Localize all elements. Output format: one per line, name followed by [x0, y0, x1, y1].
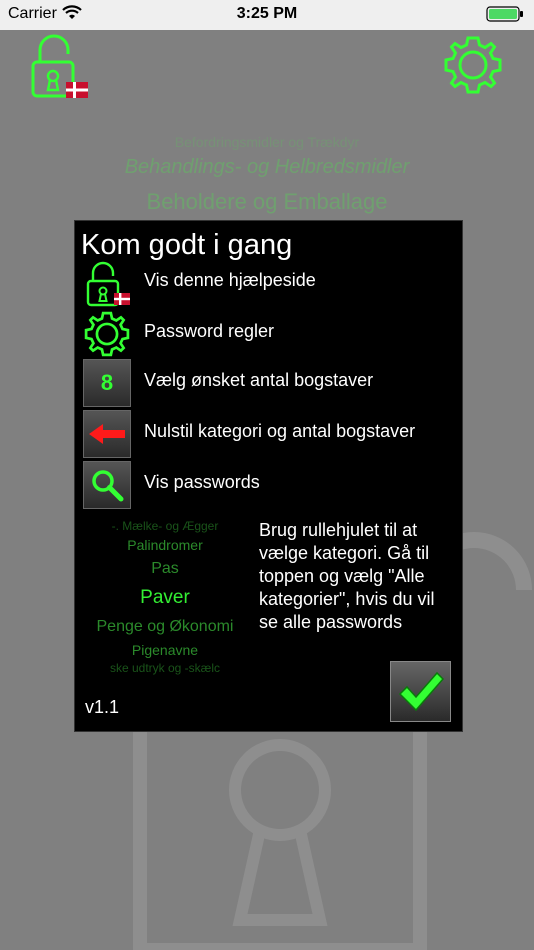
picker-item: Palindromer: [127, 537, 203, 553]
help-row-label: Vælg ønsket antal bogstaver: [144, 370, 374, 390]
gear-icon: [444, 36, 502, 94]
red-arrow-icon: [83, 410, 131, 458]
picker-item: Pas: [151, 560, 179, 577]
lock-help-button[interactable]: [28, 32, 90, 107]
search-icon: [83, 461, 131, 509]
picker-item-selected: Paver: [140, 587, 190, 608]
checkmark-icon: [398, 671, 444, 711]
dialog-title: Kom godt i gang: [81, 229, 293, 261]
picker-item: -. Mælke- og Ægger: [111, 519, 219, 533]
battery-icon: [486, 6, 524, 22]
picker-item: Beholdere og Emballage: [146, 189, 388, 214]
picker-item: Pigenavne: [131, 642, 199, 658]
lock-flag-icon: [31, 34, 88, 98]
help-row-show-passwords: Vis passwords: [83, 461, 453, 509]
confirm-button[interactable]: [390, 661, 451, 722]
picker-item: ske udtryk og -skælc: [109, 661, 221, 675]
help-row-show-help: Vis denne hjælpeside: [83, 259, 453, 307]
settings-button[interactable]: [442, 34, 504, 101]
lock-flag-icon: [83, 259, 131, 307]
picker-item: Befordringsmidler og Trækdyr: [174, 134, 360, 150]
help-row-letter-count: 8 Vælg ønsket antal bogstaver: [83, 359, 453, 407]
tile-number: 8: [100, 370, 114, 395]
help-row-reset: Nulstil kategori og antal bogstaver: [83, 410, 453, 458]
help-row-password-rules: Password regler: [83, 310, 453, 358]
version-label: v1.1: [85, 697, 120, 717]
clock-label: 3:25 PM: [236, 5, 298, 22]
help-row-label: Vis passwords: [144, 472, 260, 492]
picker-item: Behandlings- og Helbredsmidler: [124, 156, 410, 178]
background-lock-icon: [133, 713, 427, 950]
number-tile-icon: 8: [83, 359, 131, 407]
help-dialog: Kom godt i gang Vis denne hjælpeside Pas…: [74, 220, 463, 732]
info-text: Brug rullehjulet til at vælge kategori. …: [259, 520, 435, 632]
help-row-label: Nulstil kategori og antal bogstaver: [144, 421, 416, 441]
status-bar: Carrier 3:25 PM: [0, 0, 534, 30]
help-row-label: Vis denne hjælpeside: [144, 270, 316, 290]
gear-icon: [83, 310, 131, 358]
help-row-label: Password regler: [144, 321, 275, 341]
picker-item: Penge og Økonomi: [96, 618, 234, 635]
